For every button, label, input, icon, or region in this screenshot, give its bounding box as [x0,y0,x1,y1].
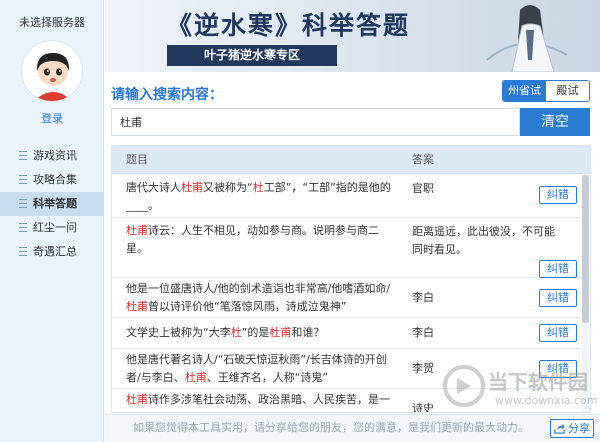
sidebar: 未选择服务器 登录 游戏资讯 攻略合集 科举答题 红尘一问 奇遇汇总 [0,0,104,442]
footer-message: 如果您觉得本工具实用，请分享给您的朋友，您的满意，是我们更新的最大动力。 [133,421,529,434]
clear-button[interactable]: 清空 [520,108,590,136]
report-error-button[interactable]: 纠错 [539,289,577,307]
column-header-answer: 答案 [412,153,434,166]
banner-title: 《逆水寒》科举答题 [167,11,411,40]
question-text: 他是一位盛唐诗人/他的剑术造诣也非常高/他嗜酒如命/杜甫曾以诗评价他“笔落惊风雨… [126,282,391,313]
exam-type-tabs: 州省试 殿试 [502,80,590,102]
tab-palace-exam[interactable]: 殿试 [546,81,589,101]
sidebar-item-label: 红尘一问 [33,221,77,234]
sidebar-item-label: 攻略合集 [33,173,77,186]
sidebar-item-label: 奇遇汇总 [33,245,77,258]
table-row: 文学史上被称为“大李杜”的是杜甫和谁？ 李白 纠错 [112,318,582,349]
search-label: 请输入搜索内容： [111,87,223,103]
sidebar-item-adventures[interactable]: 奇遇汇总 [0,240,104,264]
answer-text: 距离遥远，此出彼没，不可能同时看见。 [412,225,555,256]
sidebar-item-game-news[interactable]: 游戏资讯 [0,144,104,168]
report-error-button[interactable]: 纠错 [539,360,577,378]
share-label: 分享 [568,422,590,435]
list-icon [19,247,27,256]
server-status[interactable]: 未选择服务器 [0,14,104,30]
table-row: 杜甫诗云：人生不相见，动如参与商。说明参与商二星。 距离遥远，此出彼没，不可能同… [112,218,582,278]
list-icon [19,175,27,184]
scrollbar-thumb[interactable] [582,175,589,323]
table-scrollbar[interactable] [582,175,589,412]
table-row: 杜甫诗作多涉笔社会动荡、政治黑暗、人民疾苦，是一 诗史 [112,389,582,413]
results-table: 题目 答案 唐代大诗人杜甫又被称为“杜工部”，“工部”指的是他的____。 官职… [111,145,591,413]
question-text: 文学史上被称为“大李杜”的是杜甫和谁？ [126,326,325,339]
banner-subtitle: 叶子猪逆水寒专区 [167,45,337,66]
share-button[interactable]: 分享 [550,419,594,438]
footer: 如果您觉得本工具实用，请分享给您的朋友，您的满意，是我们更新的最大动力。 分享 [105,414,600,442]
question-text: 杜甫诗云：人生不相见，动如参与商。说明参与商二星。 [126,224,379,255]
tab-provincial-exam[interactable]: 州省试 [503,81,546,101]
question-text: 杜甫诗作多涉笔社会动荡、政治黑暗、人民疾苦，是一 [126,393,390,406]
share-icon [554,423,565,434]
report-error-button[interactable]: 纠错 [539,186,577,204]
sidebar-item-guides[interactable]: 攻略合集 [0,168,104,192]
sidebar-item-label: 科举答题 [33,197,77,210]
login-link[interactable]: 登录 [0,110,104,126]
column-header-question: 题目 [126,153,148,166]
list-icon [19,199,27,208]
list-icon [19,223,27,232]
swordsman-figure-icon [486,5,568,72]
table-row: 他是一位盛唐诗人/他的剑术造诣也非常高/他嗜酒如命/杜甫曾以诗评价他“笔落惊风雨… [112,278,582,318]
sidebar-item-hongchen-question[interactable]: 红尘一问 [0,216,104,240]
sidebar-item-exam-quiz[interactable]: 科举答题 [0,192,104,216]
table-row: 他是唐代著名诗人/“石破天惊逗秋雨”/长吉体诗的开创者/与李白、杜甫、王维齐名，… [112,349,582,389]
avatar-face-icon [22,41,82,101]
search-input[interactable] [111,108,520,136]
table-header: 题目 答案 [112,146,590,174]
sidebar-nav: 游戏资讯 攻略合集 科举答题 红尘一问 奇遇汇总 [0,144,104,264]
avatar[interactable] [21,40,83,102]
question-text: 他是唐代著名诗人/“石破天惊逗秋雨”/长吉体诗的开创者/与李白、杜甫、王维齐名，… [126,353,387,384]
report-error-button[interactable]: 纠错 [539,260,577,278]
banner: 《逆水寒》科举答题 叶子猪逆水寒专区 [105,0,600,72]
table-row: 唐代大诗人杜甫又被称为“杜工部”，“工部”指的是他的____。 官职 纠错 [112,175,582,218]
list-icon [19,151,27,160]
answer-text: 诗史 [412,402,434,413]
question-text: 唐代大诗人杜甫又被称为“杜工部”，“工部”指的是他的____。 [126,181,391,212]
report-error-button[interactable]: 纠错 [539,324,577,342]
sidebar-item-label: 游戏资讯 [33,149,77,162]
